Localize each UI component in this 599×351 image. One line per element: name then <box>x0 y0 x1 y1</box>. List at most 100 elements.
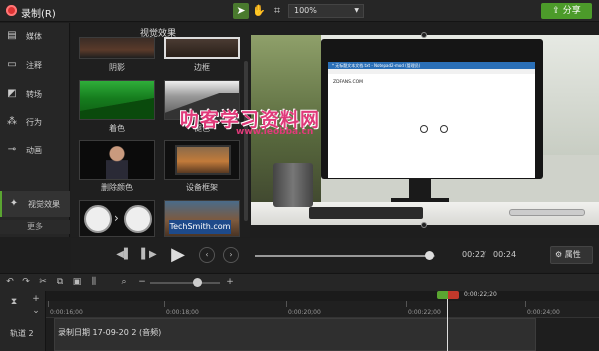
ruler-label: 0:00:22;00 <box>408 309 441 316</box>
pointer-icon[interactable]: ➤ <box>233 3 249 19</box>
ruler-tick <box>286 301 287 307</box>
crop-icon[interactable]: ⌗ <box>269 3 285 19</box>
transition-icon: ◩ <box>7 88 17 99</box>
resize-handle[interactable] <box>421 222 427 228</box>
ruler-header <box>46 291 599 301</box>
timeline-zoom-slider[interactable] <box>150 282 220 284</box>
effect-label: 设备框架 <box>186 183 218 192</box>
nav-label: 动画 <box>26 146 42 155</box>
ruler-tick <box>48 301 49 307</box>
playhead-line <box>447 299 448 351</box>
ruler-label: 0:00:20;00 <box>288 309 321 316</box>
upload-icon: ⇪ <box>552 6 560 16</box>
collapse-icon[interactable]: ⌄ <box>30 305 42 318</box>
resize-handle[interactable] <box>421 32 427 38</box>
watermark-url: www.leobba.cn <box>236 127 314 137</box>
cursor-circle-icon <box>420 125 428 133</box>
nav-item-annotations[interactable]: ▭ 注释 <box>0 52 70 78</box>
effect-thumb-border[interactable] <box>164 37 240 59</box>
track-header: ⧗ + ⌄ <box>0 291 46 351</box>
ruler-label: 0:00:16;00 <box>50 309 83 316</box>
nav-item-transitions[interactable]: ◩ 转场 <box>0 81 70 107</box>
rewind-icon[interactable]: ◀▌ <box>115 247 133 263</box>
ruler-label: 0:00:24;00 <box>527 309 560 316</box>
zoom-select[interactable]: 100% ▼ <box>288 4 364 18</box>
more-button[interactable]: 更多 <box>0 220 70 234</box>
undo-icon[interactable]: ↶ <box>4 276 16 289</box>
timeline-ruler[interactable]: 0:00:16;00 0:00:18;00 0:00:20;00 0:00:22… <box>46 301 599 318</box>
nav-item-behaviors[interactable]: ⁂ 行为 <box>0 109 70 135</box>
properties-label: 属性 <box>564 250 581 259</box>
cut-icon[interactable]: ✂ <box>37 276 49 289</box>
chevron-down-icon: ▼ <box>354 7 359 14</box>
nav-label: 媒体 <box>26 32 42 41</box>
device-screen-image <box>175 145 231 175</box>
ruler-label: 0:00:18;00 <box>166 309 199 316</box>
playhead-handle[interactable] <box>437 291 459 299</box>
mousepad <box>509 209 585 216</box>
wand-icon: ✦ <box>9 198 19 209</box>
nav-label: 转场 <box>26 90 42 99</box>
screen-text: ZDFANS.COM <box>333 80 364 85</box>
split-icon[interactable]: ⫼ <box>88 276 100 289</box>
mountain-image <box>80 95 154 119</box>
time-separator: / <box>483 250 486 259</box>
play-icon[interactable]: ▶ <box>167 242 189 268</box>
share-button[interactable]: ⇪ 分享 <box>541 3 592 19</box>
previous-icon[interactable]: ‹ <box>199 247 215 263</box>
panel-scrollbar[interactable] <box>244 61 248 221</box>
properties-button[interactable]: ⚙ 属性 <box>550 246 593 264</box>
record-icon[interactable] <box>6 5 17 16</box>
playback-bar: ◀▌ ▌▶ ▶ ‹ › 00:22 / 00:24 ⚙ 属性 <box>71 238 599 272</box>
ruler-tick <box>164 301 165 307</box>
nav-item-media[interactable]: ▤ 媒体 <box>0 23 70 49</box>
timeline-toolbar: ↶ ↷ ✂ ⧉ ▣ ⫼ ⌕ − + <box>0 273 599 291</box>
paste-icon[interactable]: ▣ <box>71 276 83 289</box>
zoom-value: 100% <box>294 6 317 15</box>
monitor-image: * 无标题文本文档.txt - Notepad2-mod (管理员) ZDFAN… <box>321 39 543 179</box>
effect-label: 删除颜色 <box>101 183 133 192</box>
effect-thumb-media-matte[interactable]: TechSmith.com <box>164 200 240 237</box>
current-time: 00:22 <box>462 250 486 259</box>
film-icon: ▤ <box>7 30 17 41</box>
redo-icon[interactable]: ↷ <box>20 276 32 289</box>
nav-item-animations[interactable]: ⊸ 动画 <box>0 137 70 163</box>
monitor-screen: * 无标题文本文档.txt - Notepad2-mod (管理员) ZDFAN… <box>328 62 535 178</box>
gear-icon: ⚙ <box>555 250 563 259</box>
pencil-cup <box>273 163 313 207</box>
left-nav: ▤ 媒体 ▭ 注释 ◩ 转场 ⁂ 行为 ⊸ 动画 ✦ 视觉效果 更多 <box>0 23 70 237</box>
nav-label: 注释 <box>26 61 42 70</box>
ruler-tick <box>525 301 526 307</box>
screen-titlebar: * 无标题文本文档.txt - Notepad2-mod (管理员) <box>328 62 535 69</box>
magnifier-icon[interactable]: ⌕ <box>118 276 130 289</box>
effect-thumb-clip-speed[interactable]: › <box>79 200 155 237</box>
effect-thumb-remove-color[interactable] <box>79 140 155 180</box>
effect-thumb-colorize[interactable] <box>79 80 155 120</box>
hand-icon[interactable]: ✋ <box>251 3 267 19</box>
magnet-icon[interactable]: ⧗ <box>8 296 20 309</box>
cursor-circle-icon <box>440 125 448 133</box>
annotation-icon: ▭ <box>7 59 17 70</box>
animation-icon: ⊸ <box>7 144 17 155</box>
timeline-zoom-handle[interactable] <box>192 278 202 287</box>
nav-item-visual-effects[interactable]: ✦ 视觉效果 <box>0 191 70 217</box>
record-menu[interactable]: 录制(R) <box>21 5 56 20</box>
clock-icon <box>84 205 112 233</box>
techsmith-badge: TechSmith.com <box>169 220 231 234</box>
zoom-out-icon[interactable]: − <box>136 276 148 289</box>
track-empty-area <box>536 318 599 351</box>
zoom-in-icon[interactable]: + <box>224 276 236 289</box>
effect-thumb-shadow[interactable] <box>79 37 155 59</box>
scrub-handle[interactable] <box>425 251 435 260</box>
next-icon[interactable]: › <box>223 247 239 263</box>
person-image <box>106 146 128 179</box>
clock-icon <box>124 205 152 233</box>
scrub-track[interactable] <box>255 255 435 257</box>
share-label: 分享 <box>562 6 581 16</box>
behavior-icon: ⁂ <box>7 116 17 127</box>
track-label: 轨道 2 <box>10 329 34 338</box>
copy-icon[interactable]: ⧉ <box>54 276 66 289</box>
effect-thumb-device-frame[interactable] <box>164 140 240 180</box>
step-forward-icon[interactable]: ▌▶ <box>140 247 158 263</box>
ruler-tick <box>406 301 407 307</box>
